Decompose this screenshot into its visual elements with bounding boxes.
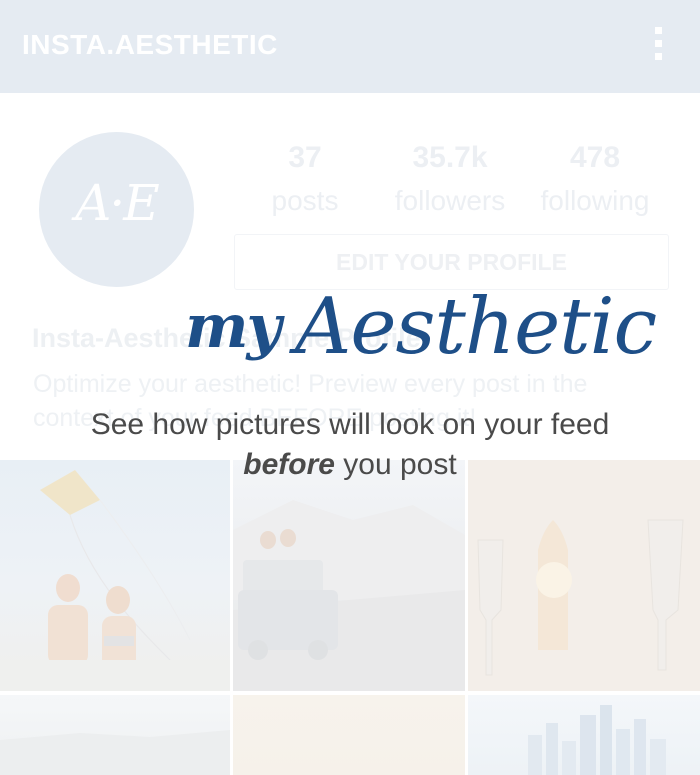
grid-photo-candle-glasses[interactable] bbox=[468, 460, 700, 691]
tagline-line2: before you post bbox=[0, 445, 700, 485]
grid-photo-beach-kite[interactable] bbox=[0, 460, 230, 691]
grid-photo-landscape[interactable] bbox=[0, 695, 230, 775]
app-title: INSTA.AESTHETIC bbox=[22, 29, 278, 60]
avatar-monogram: A·E bbox=[75, 174, 160, 232]
stat-following-label: following bbox=[540, 185, 650, 216]
app-bar: INSTA.AESTHETIC bbox=[0, 0, 700, 93]
avatar[interactable]: A·E bbox=[39, 132, 194, 287]
grid-photo-city-skyline[interactable] bbox=[468, 695, 700, 775]
stat-followers-value: 35.7k bbox=[412, 141, 488, 174]
stat-following[interactable]: 478 following bbox=[525, 140, 665, 226]
stat-followers[interactable]: 35.7k followers bbox=[380, 140, 520, 226]
stat-followers-label: followers bbox=[394, 185, 506, 216]
stat-posts-value: 37 bbox=[288, 141, 322, 174]
my-aesthetic-logo: my Aesthetic bbox=[185, 282, 657, 402]
tagline-emphasis: before bbox=[243, 448, 335, 481]
logo-aesthetic: Aesthetic bbox=[295, 282, 657, 372]
stat-posts: 37 posts bbox=[235, 140, 375, 226]
grid-photo-sunset[interactable] bbox=[233, 695, 465, 775]
tagline-line1: See how pictures will look on your feed bbox=[90, 408, 610, 441]
logo-my: my bbox=[185, 292, 281, 362]
grid-photo-car-mountains[interactable] bbox=[233, 460, 465, 691]
tagline: See how pictures will look on your feed … bbox=[0, 405, 700, 485]
tagline-rest: you post bbox=[343, 448, 457, 481]
stat-following-value: 478 bbox=[569, 141, 621, 174]
more-vert-icon[interactable] bbox=[652, 27, 664, 69]
stat-posts-label: posts bbox=[271, 185, 339, 216]
